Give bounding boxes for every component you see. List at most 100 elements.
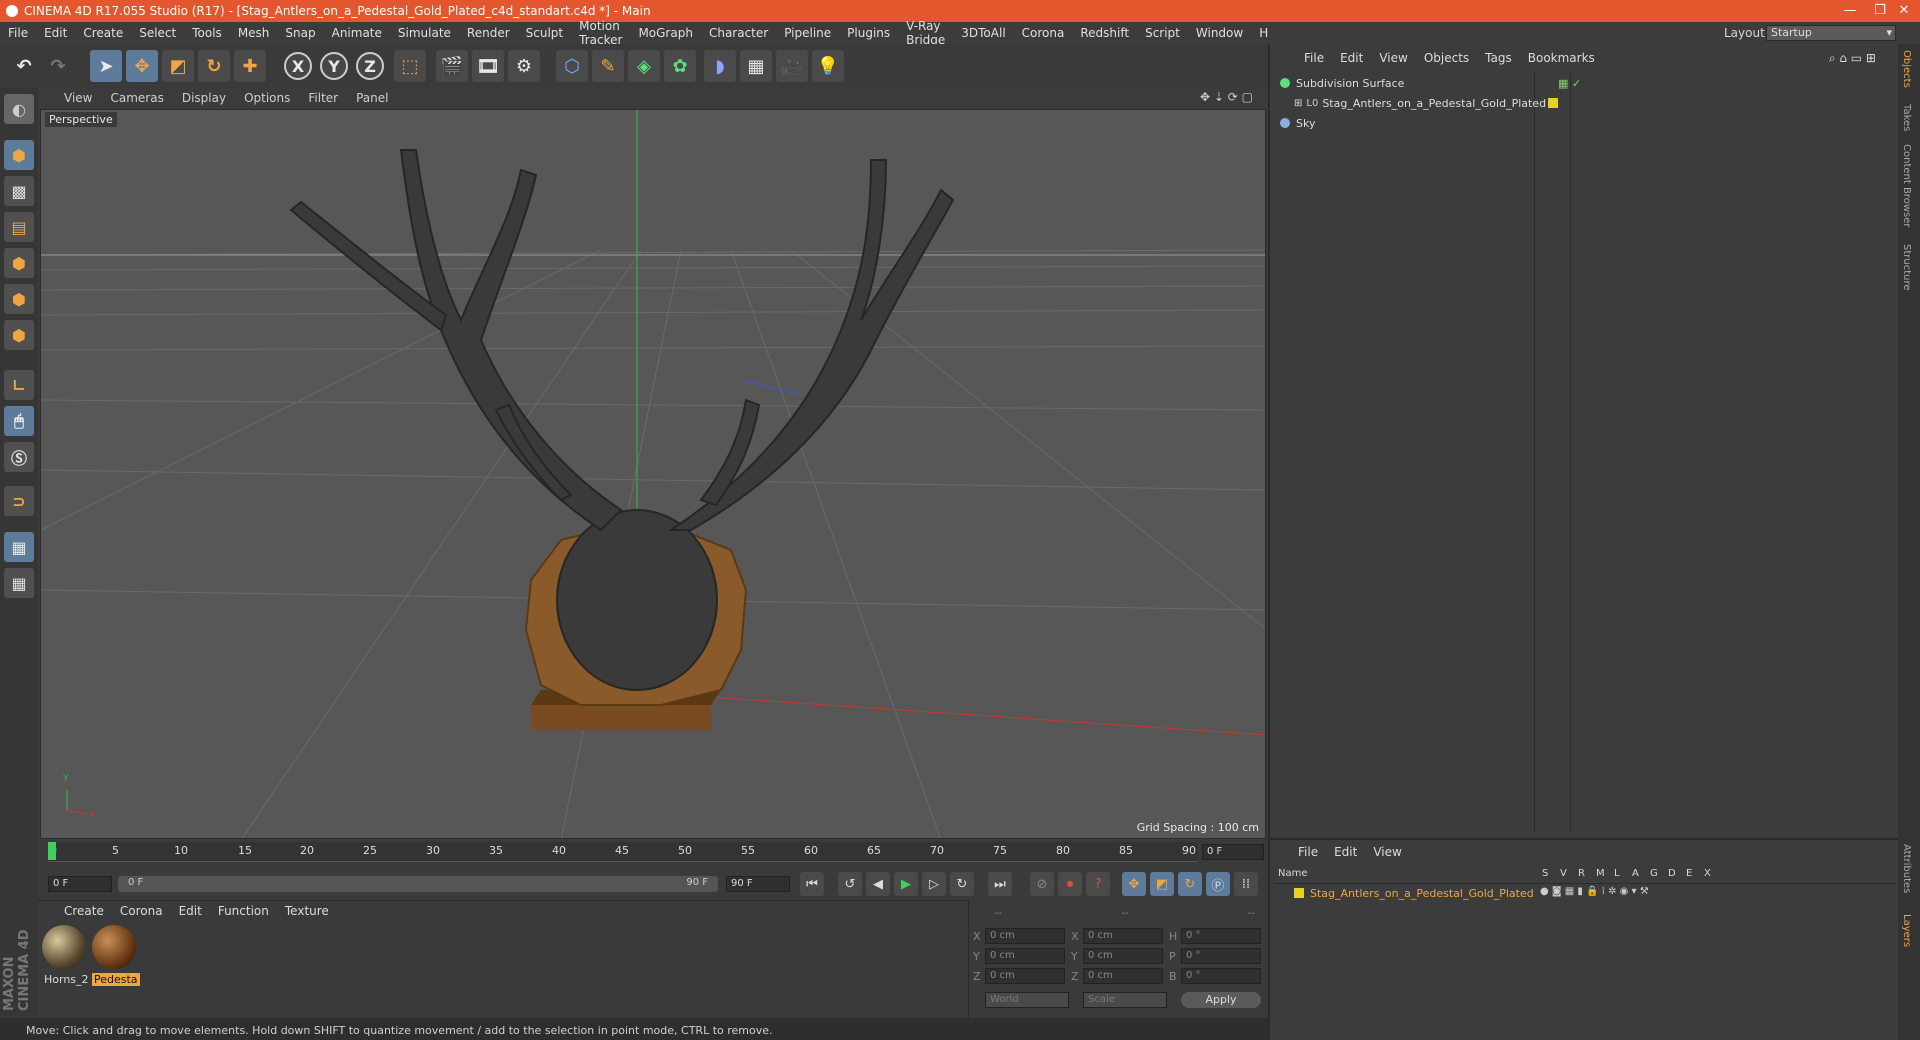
menu-edit[interactable]: Edit [36, 26, 75, 40]
layer-row[interactable]: Stag_Antlers_on_a_Pedestal_Gold_Plated ●… [1274, 886, 1896, 902]
viewport-menu-filter[interactable]: Filter [299, 91, 347, 105]
redo-icon[interactable]: ↷ [42, 50, 74, 82]
key-position-icon[interactable]: ✥ [1122, 872, 1146, 896]
render-picture-viewer-icon[interactable]: 🎞 [472, 50, 504, 82]
camera-icon[interactable]: 🎥 [776, 50, 808, 82]
size-x-field[interactable]: 0 cm [1083, 928, 1163, 944]
object-menu-tags[interactable]: Tags [1477, 51, 1520, 65]
y-axis-lock-button[interactable]: Y [320, 52, 348, 80]
viewport-menu-cameras[interactable]: Cameras [101, 91, 172, 105]
current-frame-field[interactable]: 0 F [1202, 844, 1264, 860]
position-y-field[interactable]: 0 cm [985, 948, 1065, 964]
playhead[interactable] [48, 842, 56, 860]
layer-menu-view[interactable]: View [1365, 845, 1409, 859]
deformer-icon[interactable]: ◗ [704, 50, 736, 82]
object-menu-edit[interactable]: Edit [1332, 51, 1371, 65]
menu-vray-bridge[interactable]: V-Ray Bridge [898, 19, 953, 47]
layout-select[interactable]: Startup ▾ [1766, 25, 1896, 41]
points-mode-icon[interactable]: ⬢ [4, 248, 34, 278]
menu-character[interactable]: Character [701, 26, 776, 40]
key-scale-icon[interactable]: ◩ [1150, 872, 1174, 896]
apply-button[interactable]: Apply [1181, 992, 1261, 1008]
move-tool-icon[interactable]: ✥ [126, 50, 158, 82]
viewport-menu-panel[interactable]: Panel [347, 91, 397, 105]
viewport-menu-display[interactable]: Display [173, 91, 235, 105]
position-x-field[interactable]: 0 cm [985, 928, 1065, 944]
object-row[interactable]: ⊞ L0 Stag_Antlers_on_a_Pedestal_Gold_Pla… [1294, 94, 1884, 112]
transform-tool-icon[interactable]: ✚ [234, 50, 266, 82]
material-name[interactable]: Horns_2 [42, 973, 91, 986]
render-settings-icon[interactable]: ⚙ [508, 50, 540, 82]
previous-key-icon[interactable]: ↺ [838, 872, 862, 896]
object-row[interactable]: Subdivision Surface ▦ ✓ [1280, 74, 1890, 92]
cloner-icon[interactable]: ✿ [664, 50, 696, 82]
material-swatch[interactable] [42, 925, 86, 969]
viewport-menu-view[interactable]: View [38, 91, 101, 105]
object-name[interactable]: Sky [1296, 117, 1315, 130]
magnet-icon[interactable]: ⊃ [4, 486, 34, 516]
viewport-menu-options[interactable]: Options [235, 91, 299, 105]
menu-file[interactable]: File [0, 26, 36, 40]
end-frame-field[interactable]: 90 F [726, 876, 790, 892]
range-slider[interactable]: 0 F 90 F [118, 876, 718, 892]
scale-tool-icon[interactable]: ◩ [162, 50, 194, 82]
material-menu-function[interactable]: Function [210, 904, 277, 918]
key-pla-icon[interactable]: ⁞⁞ [1234, 872, 1258, 896]
menu-motion-tracker[interactable]: Motion Tracker [571, 19, 630, 47]
position-z-field[interactable]: 0 cm [985, 968, 1065, 984]
select-arrow-icon[interactable]: ➤ [90, 50, 122, 82]
go-to-end-icon[interactable]: ⏭ [988, 872, 1012, 896]
menu-3dtoall[interactable]: 3DToAll [953, 26, 1013, 40]
expand-icon[interactable]: ⊞ [1294, 98, 1302, 109]
record-keys-icon[interactable]: ⊘ [1030, 872, 1054, 896]
texture-mode-icon[interactable]: ▩ [4, 176, 34, 206]
size-z-field[interactable]: 0 cm [1083, 968, 1163, 984]
planar-workplane-icon[interactable]: ▦ [4, 568, 34, 598]
tab-layers[interactable]: Layers [1901, 914, 1912, 947]
material-menu-create[interactable]: Create [44, 904, 112, 918]
menu-window[interactable]: Window [1188, 26, 1251, 40]
visibility-check-icon[interactable]: ▦ ✓ [1558, 77, 1581, 90]
material-menu-texture[interactable]: Texture [277, 904, 337, 918]
tweak-mode-icon[interactable]: 🖱 [4, 406, 34, 436]
material-menu-corona[interactable]: Corona [112, 904, 171, 918]
start-frame-field[interactable]: 0 F [48, 876, 112, 892]
menu-pipeline[interactable]: Pipeline [776, 26, 839, 40]
layer-name[interactable]: Stag_Antlers_on_a_Pedestal_Gold_Plated [1310, 887, 1534, 900]
object-menu-view[interactable]: View [1371, 51, 1415, 65]
menu-mograph[interactable]: MoGraph [630, 26, 701, 40]
menu-animate[interactable]: Animate [324, 26, 390, 40]
z-axis-lock-button[interactable]: Z [356, 52, 384, 80]
rotate-tool-icon[interactable]: ↻ [198, 50, 230, 82]
workplane-lock-icon[interactable]: ▦ [4, 532, 34, 562]
cube-primitive-icon[interactable]: ⬡ [556, 50, 588, 82]
material-swatch[interactable] [92, 925, 136, 969]
object-menu-objects[interactable]: Objects [1416, 51, 1477, 65]
viewport-navigation-icon[interactable]: ✥ ⇣ ⟳ ▢ [1191, 90, 1262, 104]
menu-create[interactable]: Create [75, 26, 131, 40]
rotation-h-field[interactable]: 0 ° [1181, 928, 1261, 944]
key-parameter-icon[interactable]: Ⓟ [1206, 872, 1230, 896]
menu-render[interactable]: Render [459, 26, 518, 40]
frame-ruler[interactable]: 0 5 10 15 20 25 30 35 40 45 50 55 60 65 … [48, 842, 1198, 862]
previous-frame-icon[interactable]: ◀ [866, 872, 890, 896]
polygons-mode-icon[interactable]: ⬢ [4, 320, 34, 350]
workplane-mode-icon[interactable]: ▤ [4, 212, 34, 242]
key-rotation-icon[interactable]: ↻ [1178, 872, 1202, 896]
menu-redshift[interactable]: Redshift [1072, 26, 1137, 40]
pen-spline-icon[interactable]: ✎ [592, 50, 624, 82]
next-frame-icon[interactable]: ▷ [922, 872, 946, 896]
menu-tools[interactable]: Tools [184, 26, 230, 40]
undo-icon[interactable]: ↶ [8, 50, 40, 82]
layer-color-swatch[interactable] [1294, 888, 1304, 898]
material-name-selected[interactable]: Pedesta [92, 973, 140, 986]
menu-simulate[interactable]: Simulate [390, 26, 459, 40]
play-icon[interactable]: ▶ [894, 872, 918, 896]
tab-objects[interactable]: Objects [1901, 50, 1912, 88]
go-to-start-icon[interactable]: ⏮ [800, 872, 824, 896]
size-y-field[interactable]: 0 cm [1083, 948, 1163, 964]
keyframe-selection-icon[interactable]: ? [1086, 872, 1110, 896]
close-icon[interactable]: ✕ [1884, 0, 1920, 22]
layer-menu-file[interactable]: File [1290, 845, 1326, 859]
tab-attributes[interactable]: Attributes [1901, 844, 1912, 893]
